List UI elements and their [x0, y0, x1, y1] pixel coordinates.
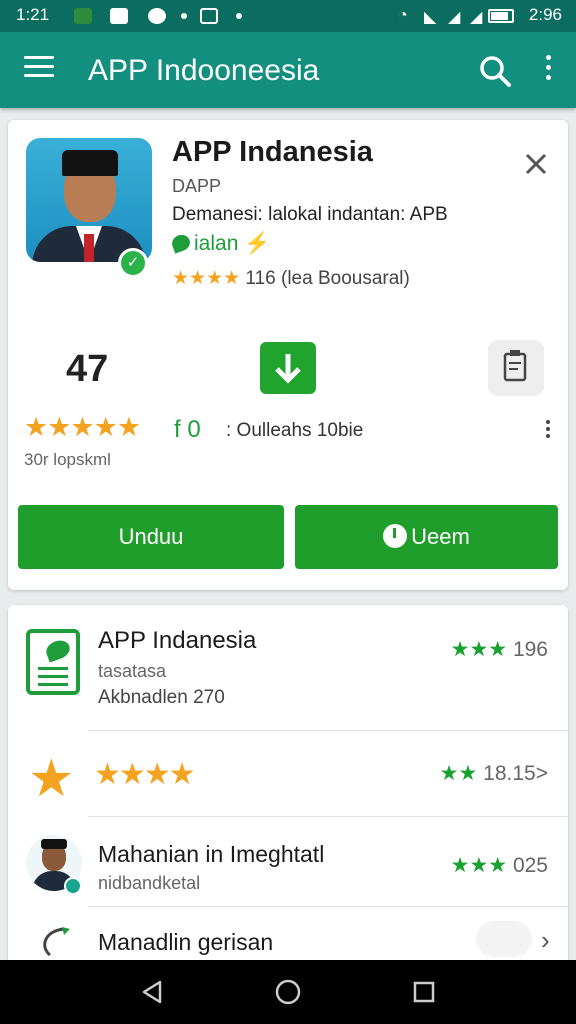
list-item-title: Mahanian in Imeghtatl [98, 841, 325, 867]
back-icon[interactable] [136, 976, 168, 1008]
status-time: 1:21 [16, 5, 50, 24]
rating-stars-large: ★★★★★ [24, 412, 141, 442]
related-apps-list: APP Indanesia tasatasa Akbnadlen 270 ★★★… [8, 605, 568, 970]
status-clock: 2:96 [528, 5, 562, 24]
app-icon-avatar [26, 138, 152, 262]
list-item-rating: ★★ 18.15> [439, 762, 548, 785]
list-item-meta: Akbnadlen 270 [98, 687, 225, 708]
list-item-title: APP Indanesia [98, 627, 257, 654]
app-tag-text: ialan [194, 232, 239, 255]
list-item-subtitle: nidbandketal [98, 873, 201, 893]
battery-icon [488, 9, 514, 23]
screenshot-icon [200, 8, 218, 24]
close-icon[interactable] [522, 150, 550, 178]
list-item-rating: ★★★ 025 [450, 854, 548, 877]
wifi-signal-icon: ◣ [424, 9, 437, 26]
install-button[interactable]: Unduu [18, 505, 284, 569]
app-bar: APP Indooneesia [0, 32, 576, 108]
stat-number: 47 [66, 348, 109, 390]
list-item-subtitle: tasatasa [98, 661, 167, 681]
list-item-rating: ★★★ 196 [450, 638, 548, 661]
more-vert-icon[interactable] [543, 420, 553, 444]
app-notification-icon [148, 8, 166, 24]
open-button-label: Ueem [411, 524, 470, 549]
leaf-icon [169, 232, 193, 254]
app-detail-card: ✓ APP Indanesia DAPP Demanesi: lalokal i… [8, 120, 568, 590]
verified-badge-icon [64, 877, 82, 895]
open-button[interactable]: Ueem [295, 505, 558, 569]
size-description: : Oulleahs 10bie [226, 420, 364, 441]
image-notification-icon [74, 8, 92, 24]
rating-stars: ★★★★ [94, 758, 196, 791]
phone-app-icon [26, 629, 80, 695]
status-bar: 1:21 ◔ ◣ ◢ ◢ 2:96 [0, 0, 576, 32]
rating-stars: ★★★★ [172, 268, 241, 289]
rating-text: 116 (lea Boousaral) [245, 268, 410, 289]
hamburger-icon[interactable] [24, 56, 54, 80]
search-icon[interactable] [478, 54, 512, 88]
clock-icon [383, 524, 408, 548]
wifi-icon: ◔ [398, 7, 408, 24]
signal-2-icon: ◢ [470, 9, 483, 26]
app-bar-title: APP Indooneesia [88, 54, 320, 87]
list-item[interactable]: APP Indanesia tasatasa Akbnadlen 270 ★★★… [8, 605, 568, 731]
chevron-right-icon[interactable]: › [541, 925, 550, 956]
action-pill[interactable] [476, 921, 532, 957]
app-developer: DAPP [172, 176, 222, 196]
star-icon: ★ [28, 750, 75, 808]
dot-icon [236, 13, 242, 19]
dot-icon [181, 13, 187, 19]
app-tag: ialan ⚡ [169, 232, 271, 256]
lightning-icon: ⚡ [244, 232, 271, 255]
size-value: f 0 [174, 416, 201, 443]
app-description: Demanesi: lalokal indantan: APB [172, 204, 448, 225]
swirl-icon [34, 923, 76, 959]
more-vert-icon[interactable] [538, 52, 558, 88]
clipboard-icon[interactable] [488, 340, 544, 396]
app-name: APP Indanesia [172, 136, 373, 168]
home-icon[interactable] [272, 976, 304, 1008]
review-count: 30r lopskml [24, 450, 111, 469]
signal-icon: ◢ [448, 9, 461, 26]
download-arrow-icon[interactable] [260, 342, 316, 394]
message-notification-icon [110, 8, 128, 24]
list-item[interactable]: Mahanian in Imeghtatl nidbandketal ★★★ 0… [8, 817, 568, 907]
recents-icon[interactable] [408, 976, 440, 1008]
app-rating-row: ★★★★ 116 (lea Boousaral) [172, 267, 410, 290]
verified-check-icon: ✓ [118, 248, 148, 278]
navigation-bar [0, 960, 576, 1024]
list-item-title: Manadlin gerisan [98, 929, 274, 955]
list-item[interactable]: ★ ★★★★ ★★ 18.15> [8, 731, 568, 817]
